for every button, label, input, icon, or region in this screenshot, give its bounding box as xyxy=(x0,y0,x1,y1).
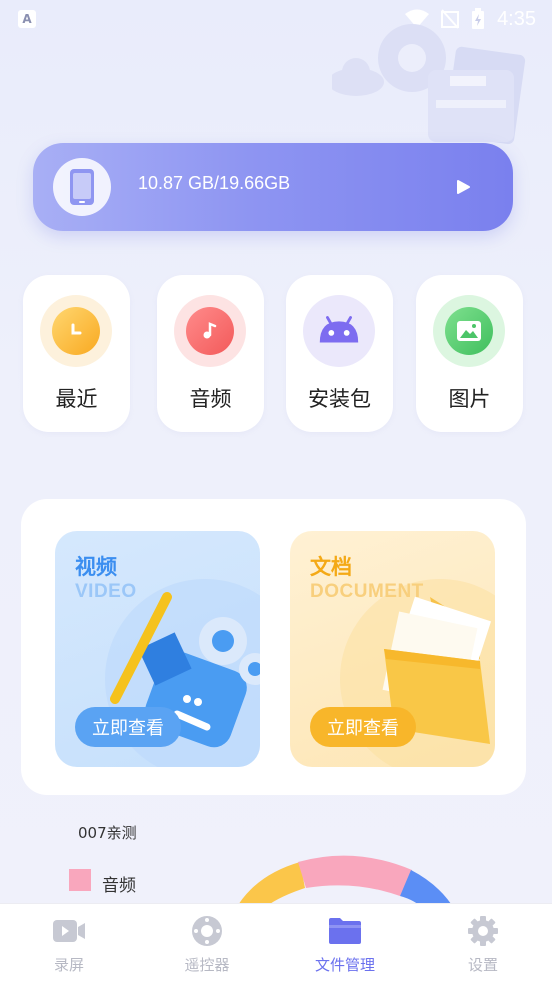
donut-segment-pink xyxy=(298,855,412,896)
storage-usage-text: 10.87 GB/19.66GB xyxy=(138,173,291,193)
tab-settings[interactable]: 设置 xyxy=(414,904,552,981)
category-label: 音频 xyxy=(189,387,232,411)
document-subtitle: DOCUMENT xyxy=(310,581,424,602)
category-label: 图片 xyxy=(448,387,491,411)
media-card: 视频 VIDEO 立即查看 文档 DOCUMENT 立即查看 xyxy=(21,499,526,795)
category-recent[interactable]: 最近 xyxy=(23,275,130,432)
video-camera-icon xyxy=(52,914,86,948)
category-images[interactable]: 图片 xyxy=(416,275,523,432)
storage-donut-chart xyxy=(235,855,455,910)
tab-screen-record[interactable]: 录屏 xyxy=(0,904,138,981)
video-view-button[interactable]: 立即查看 xyxy=(75,707,181,747)
tab-label: 录屏 xyxy=(53,956,84,974)
music-note-icon xyxy=(186,307,234,355)
video-subtitle: VIDEO xyxy=(75,581,137,602)
video-title: 视频 xyxy=(75,555,117,579)
tab-label: 设置 xyxy=(467,956,498,974)
category-label: 最近 xyxy=(55,387,98,411)
storage-usage-card[interactable]: 10.87 GB/19.66GB xyxy=(33,143,513,231)
category-apk[interactable]: 安装包 xyxy=(286,275,393,432)
tab-label: 遥控器 xyxy=(184,956,230,974)
category-label: 安装包 xyxy=(308,387,371,411)
header-illustration xyxy=(332,24,526,145)
folder-icon xyxy=(328,914,362,948)
document-tile[interactable]: 文档 DOCUMENT 立即查看 xyxy=(290,531,495,767)
remote-control-icon xyxy=(190,914,224,948)
tab-remote[interactable]: 遥控器 xyxy=(138,904,276,981)
video-tile[interactable]: 视频 VIDEO 立即查看 xyxy=(55,531,260,767)
document-title: 文档 xyxy=(310,555,352,579)
notification-badge-icon: A xyxy=(18,10,36,28)
document-view-button[interactable]: 立即查看 xyxy=(310,707,416,747)
phone-icon xyxy=(53,158,111,216)
bottom-tab-bar: 录屏 遥控器 文件管理 设置 xyxy=(0,903,552,981)
category-audio[interactable]: 音频 xyxy=(157,275,264,432)
play-arrow-icon[interactable] xyxy=(455,179,471,195)
android-icon xyxy=(315,307,363,355)
image-icon xyxy=(445,307,493,355)
clock-icon xyxy=(52,307,100,355)
tab-label: 文件管理 xyxy=(314,956,375,974)
gear-icon xyxy=(466,914,500,948)
tab-file-manager[interactable]: 文件管理 xyxy=(276,904,414,981)
